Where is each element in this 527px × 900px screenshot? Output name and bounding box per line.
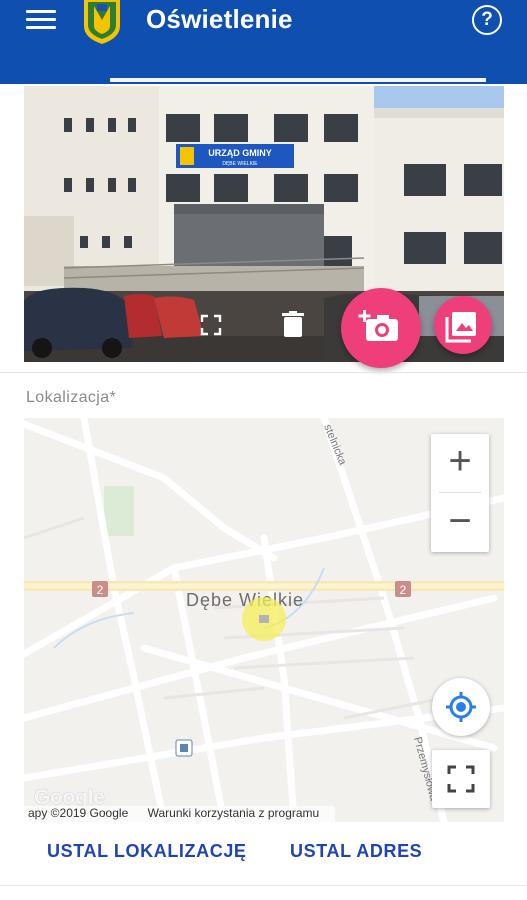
my-location-button[interactable]	[432, 678, 490, 736]
section-divider	[0, 372, 527, 373]
set-address-button[interactable]: USTAL ADRES	[290, 841, 422, 862]
map-attribution: apy ©2019 Google Warunki korzystania z p…	[24, 806, 336, 822]
gallery-icon	[445, 312, 476, 343]
zoom-divider	[439, 492, 481, 493]
zoom-in-button[interactable]: +	[431, 434, 489, 492]
photo-preview: URZĄD GMINY DĘBE WIELKIE	[24, 86, 504, 362]
gmina-logo	[84, 0, 120, 44]
road-badge-left: 2	[97, 583, 104, 597]
add-photo-camera-icon	[358, 310, 398, 341]
app-title: Oświetlenie	[146, 4, 293, 34]
gallery-button[interactable]	[434, 296, 492, 354]
menu-icon[interactable]	[26, 10, 56, 32]
fullscreen-icon	[447, 765, 475, 793]
app-bar: Oświetlenie ?	[0, 0, 527, 84]
add-photo-camera-button[interactable]	[341, 288, 421, 368]
zoom-controls: + −	[431, 434, 489, 552]
tab-indicator	[110, 78, 486, 82]
road-badge-right: 2	[400, 583, 407, 597]
bottom-divider	[0, 885, 527, 886]
sign-line2: DĘBE WIELKIE	[222, 161, 258, 167]
set-location-button[interactable]: USTAL LOKALIZACJĘ	[47, 841, 247, 862]
help-icon[interactable]: ?	[472, 5, 502, 35]
location-label: Lokalizacja*	[26, 389, 117, 406]
trash-icon[interactable]	[282, 311, 304, 339]
sign-line1: URZĄD GMINY	[208, 148, 272, 158]
expand-icon[interactable]	[200, 314, 222, 336]
crosshair-icon	[446, 692, 476, 722]
terms-link[interactable]: Warunki korzystania z programu	[148, 806, 320, 820]
attribution-text: apy ©2019 Google	[28, 806, 129, 820]
building-photo: URZĄD GMINY DĘBE WIELKIE	[24, 86, 504, 362]
zoom-out-button[interactable]: −	[431, 494, 489, 552]
place-label: Dębe Wielkie	[186, 590, 304, 610]
fullscreen-button[interactable]	[432, 750, 490, 808]
